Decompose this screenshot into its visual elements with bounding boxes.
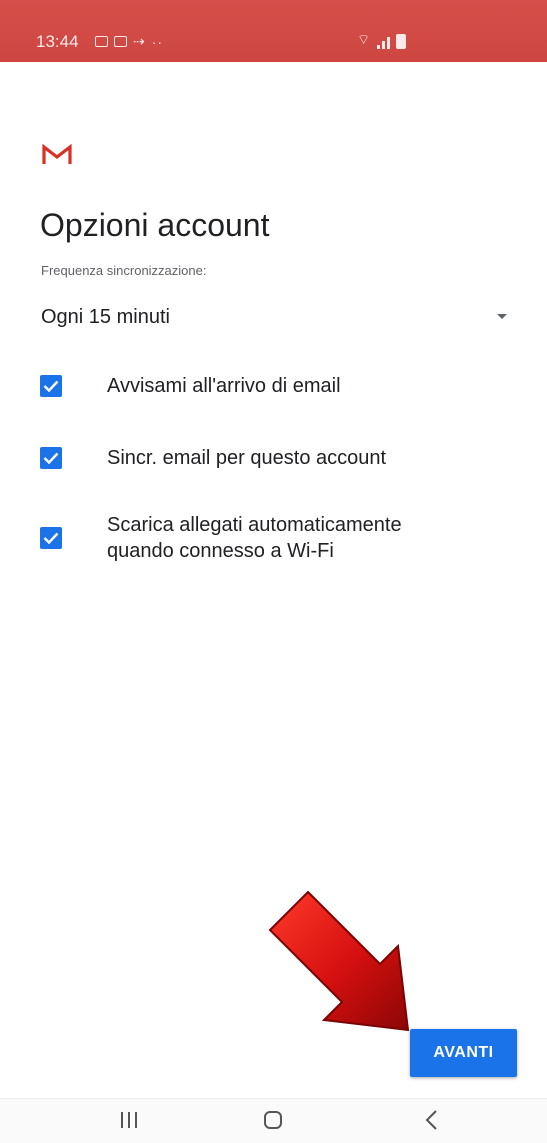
battery-icon: [396, 34, 407, 49]
option-label: Avvisami all'arrivo di email: [107, 375, 341, 397]
recents-icon[interactable]: [118, 1112, 140, 1130]
option-label: Sincr. email per questo account: [107, 447, 387, 469]
status-bar: 13:44 ⇢ ·· ⌔: [0, 0, 547, 62]
gmail-logo-icon: [42, 144, 72, 164]
option-download-attachments[interactable]: Scarica allegati automaticamente quando …: [40, 510, 510, 570]
photo-icon: [114, 36, 127, 47]
sync-frequency-value: Ogni 15 minuti: [41, 306, 170, 328]
check-icon: [43, 452, 59, 465]
option-label-line2: quando connesso a Wi-Fi: [107, 540, 334, 562]
gallery-icon: [95, 36, 108, 47]
back-icon[interactable]: [420, 1107, 444, 1133]
home-icon[interactable]: [264, 1111, 282, 1129]
check-icon: [43, 380, 59, 393]
next-button[interactable]: AVANTI: [410, 1029, 517, 1077]
option-notify-email[interactable]: Avvisami all'arrivo di email: [40, 368, 510, 408]
option-sync-email[interactable]: Sincr. email per questo account: [40, 444, 510, 484]
check-icon: [43, 532, 59, 545]
transfer-icon: ⇢: [133, 33, 146, 49]
option-label-line1: Scarica allegati automaticamente: [107, 514, 402, 536]
page-title: Opzioni account: [40, 207, 270, 243]
notification-icons: ⇢ ··: [95, 33, 163, 50]
system-icons: ⌔: [357, 31, 407, 49]
sync-frequency-label: Frequenza sincronizzazione:: [41, 263, 207, 278]
sync-frequency-dropdown[interactable]: Ogni 15 minuti: [41, 298, 513, 338]
signal-icon: [377, 35, 391, 49]
more-notifications-icon: ··: [151, 33, 164, 50]
checkbox-notify-email[interactable]: [40, 375, 62, 397]
wifi-icon: ⌔: [357, 31, 372, 47]
navigation-bar: [0, 1098, 547, 1143]
status-time: 13:44: [36, 32, 79, 51]
checkbox-download-attachments[interactable]: [40, 527, 62, 549]
checkbox-sync-email[interactable]: [40, 447, 62, 469]
red-arrow-icon: [268, 890, 410, 1032]
dropdown-caret-icon: [497, 314, 507, 319]
option-label: Scarica allegati automaticamente quando …: [107, 512, 507, 564]
